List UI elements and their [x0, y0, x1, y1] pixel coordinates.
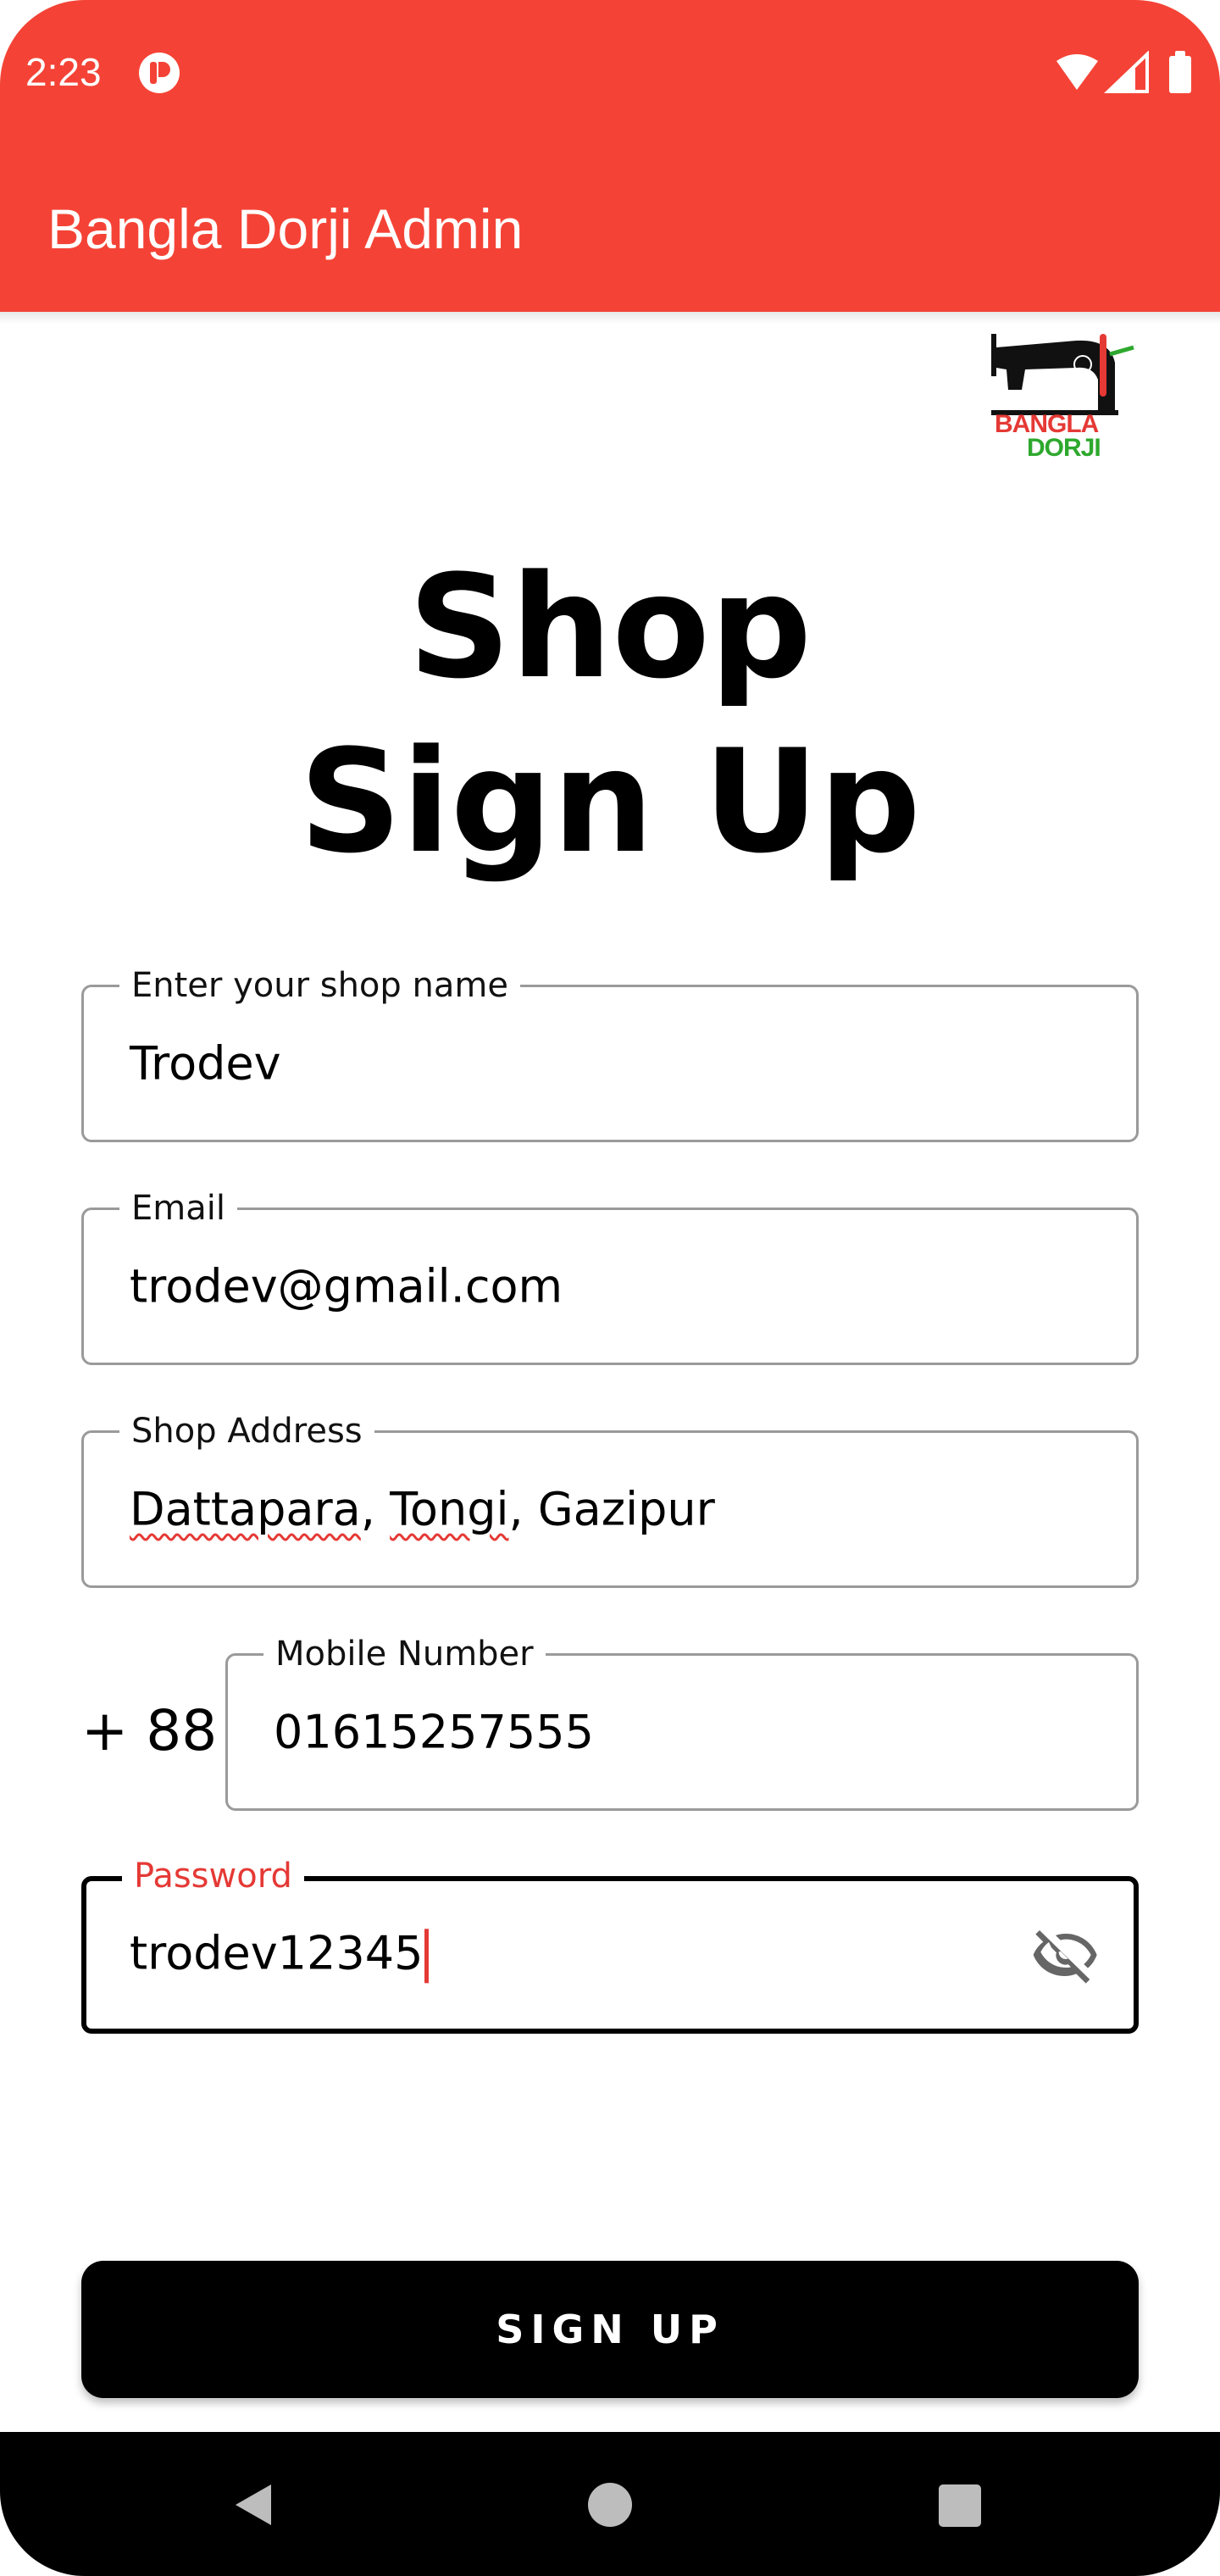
address-part-city: Tongi — [390, 1482, 509, 1536]
sign-up-button-label: SIGN UP — [496, 2307, 724, 2352]
password-value-wrap: trodev12345 — [130, 1926, 430, 1984]
shop-address-field[interactable]: Shop Address Dattapara, Tongi, Gazipur — [81, 1413, 1139, 1588]
mobile-number-label: Mobile Number — [263, 1635, 546, 1673]
address-separator-2: , — [508, 1482, 538, 1536]
app-bar-shadow — [0, 312, 1220, 324]
page-title-line1: Shop — [408, 544, 812, 710]
country-code-prefix: + 88 — [81, 1698, 218, 1763]
password-label: Password — [122, 1857, 304, 1895]
home-icon[interactable] — [588, 2483, 632, 2527]
battery-icon — [1169, 56, 1191, 93]
app-title: Bangla Dorji Admin — [47, 197, 524, 260]
sign-up-button[interactable]: SIGN UP — [81, 2261, 1139, 2398]
back-icon[interactable] — [230, 2481, 278, 2529]
app-notification-icon — [139, 53, 180, 93]
address-separator-1: , — [360, 1482, 391, 1536]
status-icons — [1056, 51, 1191, 93]
page-title-line2: Sign Up — [299, 719, 921, 885]
system-nav-bar — [0, 2432, 1220, 2576]
status-time: 2:23 — [25, 50, 102, 94]
screen: 2:23 Bangla Dorji Admin BANGLA DORJI Sho… — [0, 0, 1220, 2576]
eye-off-icon[interactable] — [1032, 1921, 1100, 1989]
email-field[interactable]: Email trodev@gmail.com — [81, 1190, 1139, 1365]
shop-name-label: Enter your shop name — [119, 967, 520, 1004]
address-part-district: Gazipur — [537, 1482, 715, 1536]
recents-icon[interactable] — [939, 2484, 981, 2527]
shop-name-field[interactable]: Enter your shop name Trodev — [81, 967, 1139, 1142]
shop-name-value: Trodev — [130, 1036, 281, 1091]
email-value: trodev@gmail.com — [130, 1259, 563, 1313]
password-value: trodev12345 — [130, 1926, 424, 1980]
mobile-number-field[interactable]: Mobile Number 01615257555 — [225, 1635, 1139, 1811]
password-field[interactable]: Password trodev12345 — [81, 1857, 1139, 2034]
mobile-number-value: 01615257555 — [274, 1705, 594, 1759]
app-bar: 2:23 Bangla Dorji Admin — [0, 0, 1220, 312]
shop-address-label: Shop Address — [119, 1413, 374, 1450]
shop-address-value: Dattapara, Tongi, Gazipur — [130, 1483, 715, 1536]
address-part-area: Dattapara — [130, 1482, 361, 1536]
logo-text-dorji: DORJI — [1027, 434, 1101, 462]
email-label: Email — [119, 1190, 237, 1227]
wifi-icon — [1056, 54, 1098, 90]
text-cursor — [424, 1929, 430, 1984]
